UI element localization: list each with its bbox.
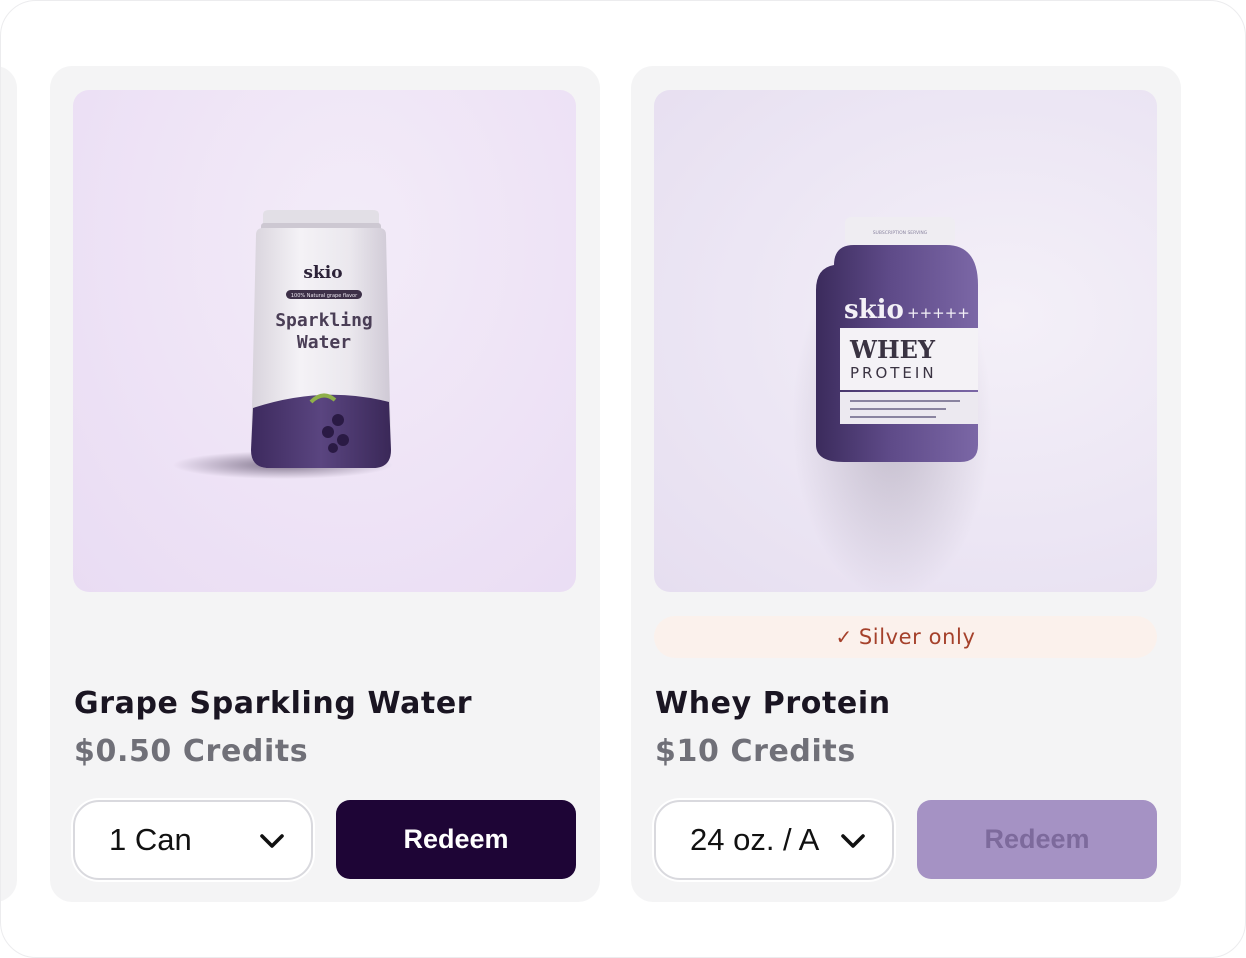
tub-line2-text: PROTEIN (850, 364, 937, 382)
variant-select[interactable]: 1 Can (73, 800, 313, 880)
tub-stars-text: +++++ (907, 304, 970, 322)
product-price: $10 Credits (655, 734, 856, 769)
tier-restriction-badge: ✓ Silver only (654, 616, 1157, 658)
product-price: $0.50 Credits (74, 734, 309, 769)
badge-label: Silver only (858, 625, 976, 649)
variant-select-value: 1 Can (109, 822, 192, 857)
previous-product-card[interactable] (1, 66, 17, 902)
checkmark-icon: ✓ (835, 625, 853, 649)
product-title: Grape Sparkling Water (74, 686, 473, 721)
variant-select-value: 24 oz. / A (690, 822, 820, 857)
product-image: SUBSCRIPTION SERVING skio +++++ WHEY PRO… (654, 90, 1157, 592)
redeem-button[interactable]: Redeem (917, 800, 1157, 879)
product-title: Whey Protein (655, 686, 891, 721)
can-line1-text: Sparkling (275, 310, 373, 331)
tub-cap-text: SUBSCRIPTION SERVING (873, 230, 928, 236)
variant-select[interactable]: 24 oz. / A (654, 800, 894, 880)
redeem-button[interactable]: Redeem (336, 800, 576, 879)
tub-line1-text: WHEY (849, 335, 936, 364)
rewards-carousel: skio 100% Natural grape flavor Sparkling… (0, 0, 1246, 958)
can-line2-text: Water (297, 332, 351, 353)
tub-brand-text: skio (844, 295, 904, 325)
whey-protein-tub-image: SUBSCRIPTION SERVING skio +++++ WHEY PRO… (792, 217, 992, 592)
product-card-whey-protein: SUBSCRIPTION SERVING skio +++++ WHEY PRO… (631, 66, 1181, 902)
chevron-down-icon (841, 834, 865, 848)
product-card-grape-sparkling-water: skio 100% Natural grape flavor Sparkling… (50, 66, 600, 902)
can-brand-text: skio (303, 263, 342, 283)
can-tagline-text: 100% Natural grape flavor (291, 293, 358, 299)
product-image: skio 100% Natural grape flavor Sparkling… (73, 90, 576, 592)
sparkling-water-can-image: skio 100% Natural grape flavor Sparkling… (173, 210, 393, 479)
chevron-down-icon (260, 834, 284, 848)
